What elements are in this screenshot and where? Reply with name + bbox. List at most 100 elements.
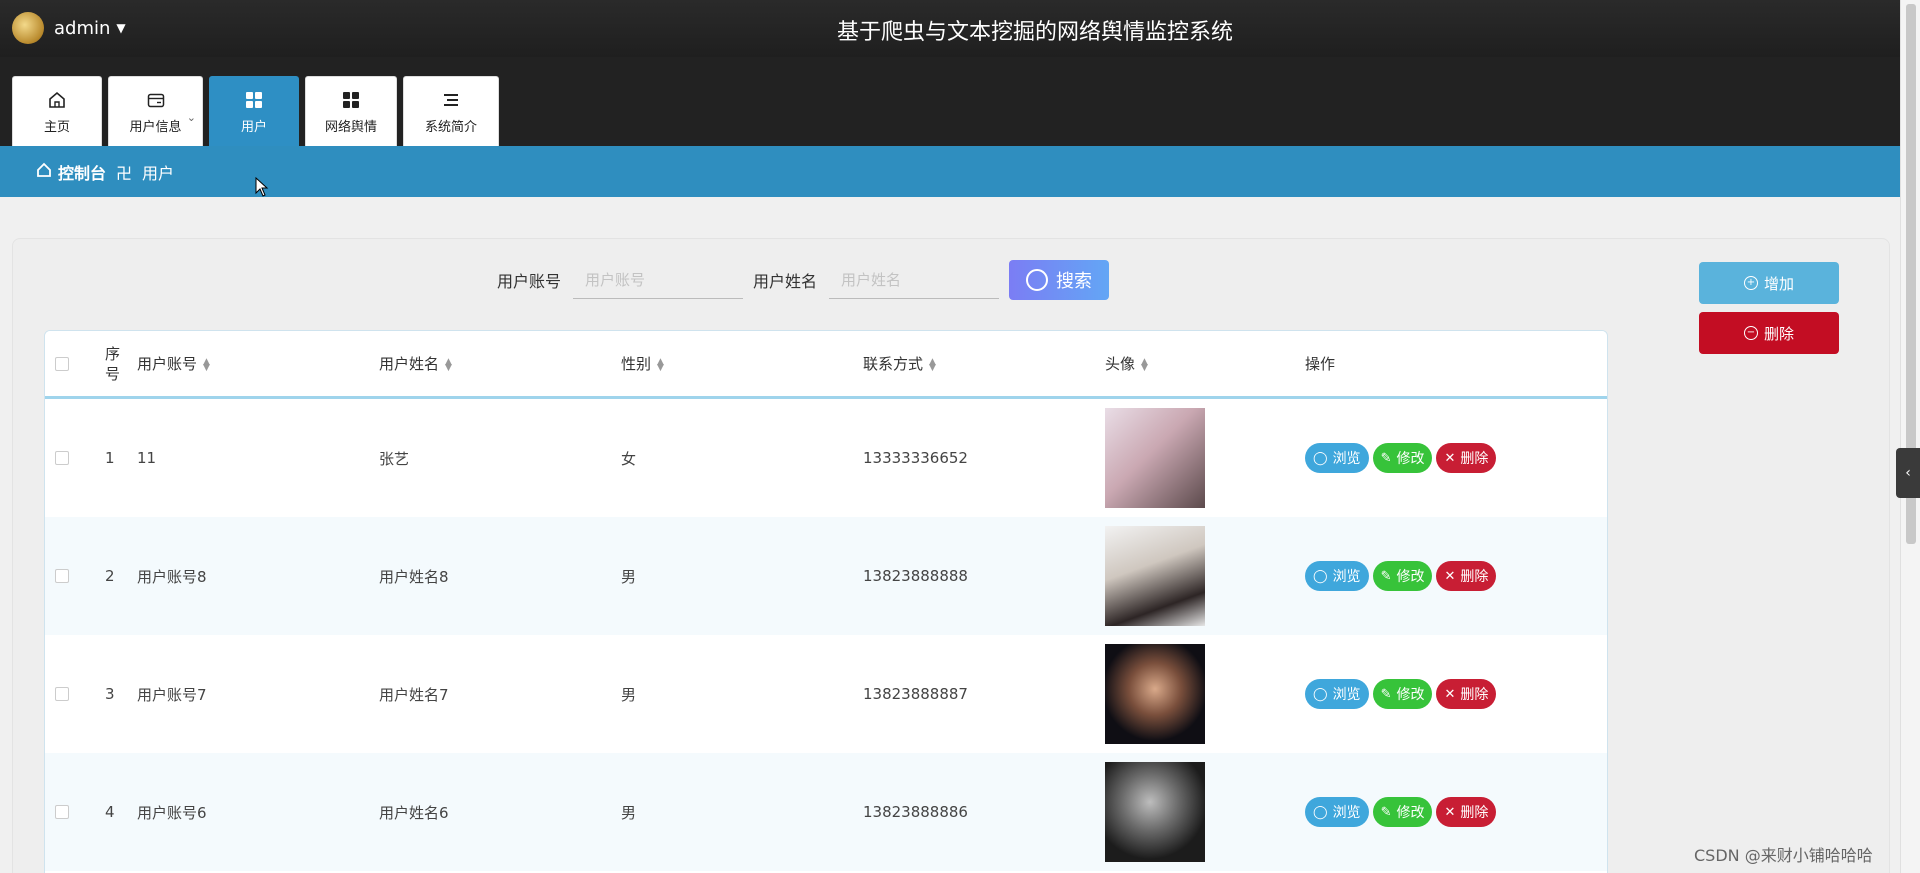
row-checkbox[interactable]	[55, 687, 69, 701]
tab-public-opinion[interactable]: 网络舆情	[305, 76, 397, 146]
add-button[interactable]: + 增加	[1699, 262, 1839, 304]
home-icon	[46, 89, 68, 111]
search-button[interactable]: 搜索	[1009, 260, 1110, 300]
tab-users[interactable]: 用户	[209, 76, 299, 146]
table-row: 1 11 张艺 女 13333336652 ◯ 浏览 ✎ 修改 ✕ 删除	[45, 399, 1607, 517]
grid-icon	[340, 89, 362, 111]
delete-button[interactable]: ✕ 删除	[1436, 561, 1497, 591]
minus-circle-icon: −	[1743, 326, 1758, 340]
watermark: CSDN @来财小铺哈哈哈	[1694, 846, 1873, 865]
user-photo[interactable]	[1105, 644, 1205, 744]
search-icon: ◯	[1313, 804, 1328, 820]
sort-icon: ▲ ▼	[203, 356, 210, 373]
account-label: 用户账号	[497, 272, 562, 291]
cell-sex: 男	[621, 803, 637, 822]
header-name[interactable]: 用户姓名 ▲ ▼	[379, 353, 621, 374]
search-icon: ◯	[1313, 450, 1328, 466]
chevron-left-icon: ‹	[1905, 465, 1911, 481]
close-icon: ✕	[1444, 450, 1456, 466]
cell-sex: 男	[621, 567, 637, 586]
table-row: 2 用户账号8 用户姓名8 男 13823888888 ◯ 浏览 ✎ 修改 ✕ 删除	[45, 517, 1607, 635]
cell-phone: 13823888886	[863, 803, 968, 821]
header-avatar[interactable]: 头像 ▲ ▼	[1105, 353, 1305, 374]
user-photo[interactable]	[1105, 762, 1205, 862]
tab-label: 用户	[240, 119, 267, 135]
nav-bar: 主页 用户信息 ⌄ 用户 网络舆情 系统简介	[0, 57, 1900, 146]
users-table: 序号 用户账号 ▲ ▼ 用户姓名 ▲ ▼ 性别 ▲ ▼ 联系方式 ▲ ▼ 头像 ▲ ▼ 操作 1 1…	[44, 330, 1608, 873]
page-scrollbar[interactable]	[1900, 0, 1920, 873]
tab-label: 系统简介	[424, 119, 477, 135]
breadcrumb-home[interactable]: 控制台	[58, 160, 106, 184]
delete-button[interactable]: ✕ 删除	[1436, 443, 1497, 473]
view-button[interactable]: ◯ 浏览	[1305, 561, 1369, 591]
table-row: 3 用户账号7 用户姓名7 男 13823888887 ◯ 浏览 ✎ 修改 ✕ 删除	[45, 635, 1607, 753]
name-input[interactable]	[829, 261, 1000, 299]
select-all-checkbox[interactable]	[55, 356, 69, 371]
bulk-delete-button[interactable]: − 删除	[1699, 312, 1839, 354]
cell-phone: 13333336652	[863, 449, 968, 467]
mouse-cursor-icon	[255, 177, 269, 197]
cell-name: 用户姓名8	[379, 567, 449, 586]
side-actions: + 增加 − 删除	[1699, 262, 1839, 362]
tab-about[interactable]: 系统简介	[403, 76, 499, 146]
sort-icon: ▲ ▼	[657, 356, 664, 373]
table-header: 序号 用户账号 ▲ ▼ 用户姓名 ▲ ▼ 性别 ▲ ▼ 联系方式 ▲ ▼ 头像 ▲ ▼ 操作	[45, 331, 1607, 399]
pencil-icon: ✎	[1380, 686, 1392, 702]
tab-user-info[interactable]: 用户信息 ⌄	[108, 76, 203, 146]
view-button[interactable]: ◯ 浏览	[1305, 443, 1369, 473]
add-button-label: 增加	[1763, 274, 1794, 293]
header-ops: 操作	[1305, 355, 1336, 373]
app-title: 基于爬虫与文本挖掘的网络舆情监控系统	[836, 20, 1233, 45]
bulk-delete-label: 删除	[1763, 324, 1794, 343]
sort-icon: ▲ ▼	[1141, 356, 1148, 373]
search-form: 用户账号 用户姓名 搜索	[497, 259, 1110, 301]
breadcrumb: 控制台 卍 用户	[0, 146, 1900, 197]
edit-button[interactable]: ✎ 修改	[1372, 679, 1433, 709]
chevron-down-icon: ⌄	[186, 111, 196, 124]
breadcrumb-separator: 卍	[116, 163, 133, 183]
plus-circle-icon: +	[1743, 276, 1758, 290]
delete-button[interactable]: ✕ 删除	[1436, 797, 1497, 827]
cell-account: 用户账号7	[137, 685, 207, 704]
collapse-toggle[interactable]: ‹	[1896, 448, 1920, 498]
tab-label: 用户信息	[129, 119, 182, 135]
header-phone[interactable]: 联系方式 ▲ ▼	[863, 353, 1105, 374]
tab-label: 网络舆情	[324, 119, 377, 135]
tab-home[interactable]: 主页	[12, 76, 102, 146]
pencil-icon: ✎	[1380, 568, 1392, 584]
row-checkbox[interactable]	[55, 569, 69, 583]
pencil-icon: ✎	[1380, 450, 1392, 466]
delete-button[interactable]: ✕ 删除	[1436, 679, 1497, 709]
row-checkbox[interactable]	[55, 805, 69, 819]
row-checkbox[interactable]	[55, 451, 69, 465]
cell-index: 4	[105, 803, 115, 821]
search-icon: ◯	[1313, 568, 1328, 584]
cell-account: 用户账号8	[137, 567, 207, 586]
search-icon	[1026, 269, 1049, 291]
cell-name: 用户姓名7	[379, 685, 449, 704]
header-sex[interactable]: 性别 ▲ ▼	[621, 353, 863, 374]
list-icon	[440, 89, 462, 111]
user-photo[interactable]	[1105, 408, 1205, 508]
view-button[interactable]: ◯ 浏览	[1305, 679, 1369, 709]
close-icon: ✕	[1444, 686, 1456, 702]
cell-sex: 男	[621, 685, 637, 704]
user-photo[interactable]	[1105, 526, 1205, 626]
cell-phone: 13823888888	[863, 567, 968, 585]
view-button[interactable]: ◯ 浏览	[1305, 797, 1369, 827]
header-account[interactable]: 用户账号 ▲ ▼	[137, 353, 379, 374]
name-label: 用户姓名	[753, 272, 818, 291]
cell-sex: 女	[621, 449, 637, 468]
table-row: 4 用户账号6 用户姓名6 男 13823888886 ◯ 浏览 ✎ 修改 ✕ 删除	[45, 753, 1607, 871]
edit-button[interactable]: ✎ 修改	[1372, 561, 1433, 591]
breadcrumb-current: 用户	[142, 163, 175, 183]
cell-index: 2	[105, 567, 115, 585]
cell-index: 3	[105, 685, 115, 703]
sort-icon: ▲ ▼	[929, 356, 936, 373]
account-input[interactable]	[573, 261, 744, 299]
edit-button[interactable]: ✎ 修改	[1372, 797, 1433, 827]
close-icon: ✕	[1444, 568, 1456, 584]
edit-button[interactable]: ✎ 修改	[1372, 443, 1433, 473]
cell-name: 用户姓名6	[379, 803, 449, 822]
sort-icon: ▲ ▼	[445, 356, 452, 373]
